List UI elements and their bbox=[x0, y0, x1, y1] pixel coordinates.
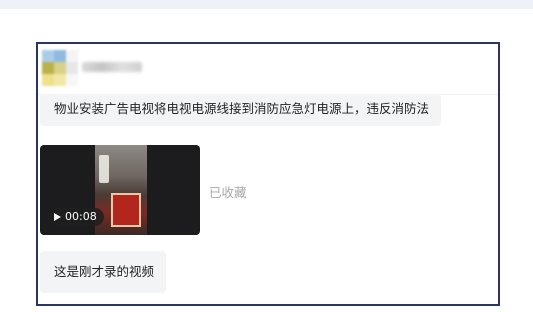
video-thumbnail bbox=[95, 145, 147, 235]
contact-header bbox=[38, 44, 498, 95]
message-text: 这是刚才录的视频 bbox=[54, 264, 155, 279]
message-bubble-text[interactable]: 物业安装广告电视将电视电源线接到消防应急灯电源上，违反消防法 bbox=[40, 94, 442, 126]
video-duration: 00:08 bbox=[65, 210, 97, 223]
thumbnail-light-fixture bbox=[99, 155, 109, 183]
contact-name-blurred bbox=[82, 62, 142, 72]
play-icon bbox=[54, 213, 61, 221]
thumbnail-red-sign bbox=[111, 193, 141, 227]
message-bubble-text[interactable]: 这是刚才录的视频 bbox=[40, 251, 167, 293]
video-message[interactable]: 00:08 bbox=[40, 145, 200, 235]
top-band bbox=[0, 0, 533, 9]
favorited-status: 已收藏 bbox=[209, 185, 247, 200]
chat-panel: 物业安装广告电视将电视电源线接到消防应急灯电源上，违反消防法 00:08 已收藏… bbox=[36, 42, 500, 306]
video-duration-badge: 00:08 bbox=[48, 208, 104, 226]
message-text: 物业安装广告电视将电视电源线接到消防应急灯电源上，违反消防法 bbox=[54, 101, 430, 116]
avatar[interactable] bbox=[42, 50, 78, 86]
